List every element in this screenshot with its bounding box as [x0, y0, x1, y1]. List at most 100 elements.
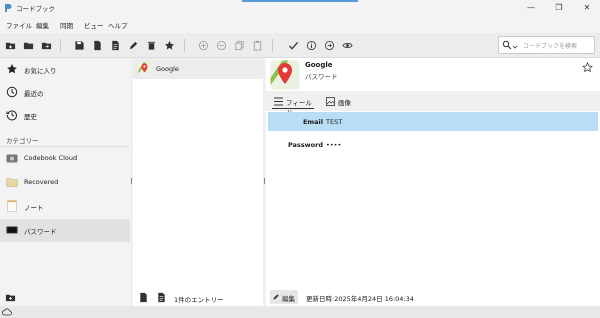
edit-label: 編集	[282, 295, 295, 303]
folder-add-icon	[5, 42, 15, 49]
splitter-handle[interactable]	[131, 178, 132, 184]
delete-button[interactable]	[145, 39, 157, 51]
entry-list: Google 1件のエントリー	[133, 58, 263, 306]
cloud-sync-icon[interactable]	[2, 307, 12, 317]
toolbar-separator	[60, 39, 61, 52]
search-input[interactable]: コードブックを検索	[523, 41, 577, 50]
sidebar-item-label: 歴史	[24, 113, 37, 121]
clipboard-icon	[253, 40, 261, 50]
status-bar	[0, 306, 600, 318]
category-label: パスワード	[24, 228, 57, 236]
search-icon	[502, 40, 512, 50]
new-category-button[interactable]	[4, 39, 16, 51]
category-passwords[interactable]: パスワード	[0, 219, 130, 242]
menu-file[interactable]: ファイル	[6, 20, 32, 30]
sidebar-item-history[interactable]: 歴史	[0, 104, 130, 127]
paste-button[interactable]	[251, 39, 263, 51]
app-logo-icon	[5, 4, 12, 12]
field-row-password[interactable]: Password ••••	[268, 135, 598, 154]
plus-circle-icon	[198, 40, 208, 50]
note-button[interactable]	[109, 39, 121, 51]
entry-document-button[interactable]	[137, 291, 149, 303]
clock-icon	[6, 86, 18, 98]
favorite-star-icon[interactable]	[582, 62, 593, 73]
list-icon	[274, 97, 283, 106]
sidebar-item-label: お気に入り	[24, 67, 57, 75]
tab-images[interactable]: 画像	[324, 94, 354, 109]
field-row-email[interactable]: Email TEST	[268, 112, 598, 131]
entry-google[interactable]: Google	[133, 58, 263, 79]
document-lines-icon	[111, 40, 119, 50]
updated-timestamp: 更新日時:2025年4月24日 16:04:34	[306, 295, 414, 303]
info-button[interactable]	[305, 39, 317, 51]
copy-icon	[234, 40, 244, 50]
tab-fields[interactable]: フィールド	[272, 94, 314, 117]
move-folder-button[interactable]	[40, 39, 52, 51]
save-icon	[74, 40, 84, 50]
field-key: Password	[287, 141, 323, 149]
show-password-button[interactable]	[341, 39, 353, 51]
new-entry-button[interactable]	[91, 39, 103, 51]
category-label: Codebook Cloud	[24, 154, 78, 162]
title-bar: コードブック — ❐ ✕	[0, 0, 600, 16]
codebook-window: コードブック — ❐ ✕ ファイル 編集 同期 ビュー ヘルプ コードブックを検…	[0, 0, 600, 318]
folder-icon	[6, 178, 18, 187]
copy-button[interactable]	[233, 39, 245, 51]
pencil-icon	[129, 41, 137, 49]
document-lines-icon	[157, 292, 165, 302]
cloud-drive-icon	[6, 154, 18, 163]
navigate-button[interactable]	[323, 39, 335, 51]
category-label: Recovered	[24, 178, 59, 186]
category-recovered[interactable]: Recovered	[0, 171, 130, 194]
remove-field-button[interactable]	[215, 39, 227, 51]
check-icon	[288, 41, 298, 50]
title-accent	[242, 0, 358, 2]
arrow-circle-icon	[324, 40, 334, 50]
menu-help[interactable]: ヘルプ	[108, 20, 128, 30]
open-folder-button[interactable]	[22, 39, 34, 51]
save-button[interactable]	[73, 39, 85, 51]
menu-view[interactable]: ビュー	[84, 20, 104, 30]
add-category-button[interactable]	[4, 291, 16, 303]
splitter-handle[interactable]	[264, 178, 265, 184]
favorite-button[interactable]	[163, 39, 175, 51]
edit-button[interactable]	[127, 39, 139, 51]
star-icon	[7, 64, 17, 74]
close-button[interactable]: ✕	[574, 0, 600, 16]
trash-icon	[147, 41, 155, 50]
star-icon	[164, 40, 174, 49]
folder-move-icon	[41, 42, 51, 49]
field-value[interactable]: ••••	[326, 141, 341, 149]
menu-edit[interactable]: 編集	[36, 20, 49, 30]
maximize-button[interactable]: ❐	[546, 0, 572, 16]
entry-count: 1件のエントリー	[174, 296, 224, 304]
menu-bar: ファイル 編集 同期 ビュー ヘルプ	[0, 16, 600, 33]
tab-underline	[272, 108, 314, 109]
category-codebook-cloud[interactable]: Codebook Cloud	[0, 147, 130, 170]
search-box[interactable]: コードブックを検索	[498, 36, 595, 54]
sidebar-item-label: 最近の	[24, 90, 44, 98]
document-icon	[139, 292, 147, 302]
new-document-icon	[93, 40, 101, 50]
edit-entry-button[interactable]: 編集	[270, 290, 298, 304]
history-icon	[6, 110, 17, 121]
confirm-button[interactable]	[287, 39, 299, 51]
window-title: コードブック	[16, 5, 55, 13]
image-icon	[326, 97, 335, 106]
detail-tabs: フィールド 画像	[266, 91, 600, 117]
field-value[interactable]: TEST	[326, 118, 342, 126]
sidebar-item-recent[interactable]: 最近の	[0, 81, 130, 104]
entry-subtitle: パスワード	[305, 73, 338, 81]
entry-title: Google	[305, 61, 333, 69]
sidebar: お気に入り 最近の 歴史 カテゴリー Codebook Cloud Recove…	[0, 58, 130, 306]
sidebar-item-favorites[interactable]: お気に入り	[0, 58, 130, 81]
field-key: Email	[302, 118, 323, 126]
entry-note-button[interactable]	[155, 291, 167, 303]
toolbar-separator	[272, 39, 273, 52]
minimize-button[interactable]: —	[518, 0, 544, 16]
note-icon	[7, 200, 17, 212]
category-notes[interactable]: ノート	[0, 195, 130, 218]
menu-sync[interactable]: 同期	[60, 20, 73, 30]
info-icon	[306, 40, 316, 50]
add-field-button[interactable]	[197, 39, 209, 51]
